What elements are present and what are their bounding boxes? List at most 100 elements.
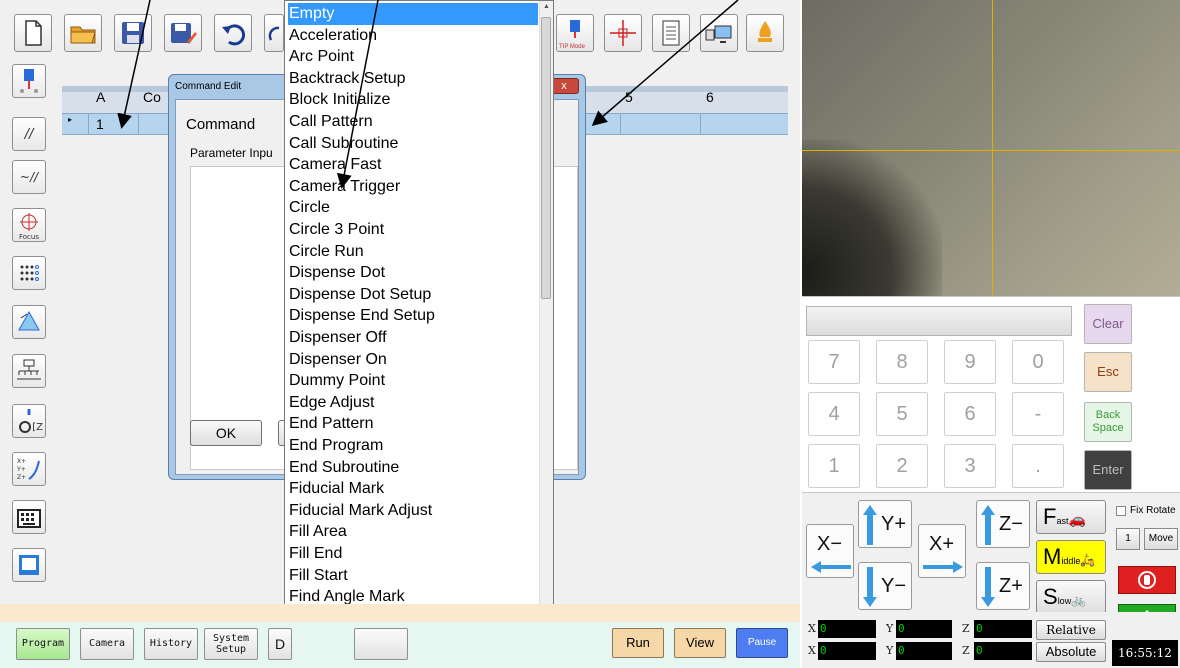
emergency-stop-button[interactable] [1118,566,1176,594]
sidebar-z-setup-button[interactable]: [Z [12,404,46,438]
key-8[interactable]: 8 [876,340,928,384]
dropdown-item[interactable]: Dispenser Off [288,327,538,349]
sidebar-block-button[interactable] [12,354,46,388]
dropdown-item[interactable]: Dispense Dot [288,262,538,284]
backspace-button[interactable]: Back Space [1084,402,1132,442]
dropdown-item[interactable]: Dispenser On [288,349,538,371]
dropdown-item[interactable]: Circle [288,197,538,219]
floppy-icon [122,22,144,44]
tab-d[interactable]: D [268,628,292,660]
key-1[interactable]: 1 [808,444,860,488]
dropdown-item[interactable]: Fill End [288,543,538,565]
svg-text:X+: X+ [17,458,26,465]
dropdown-item[interactable]: Fiducial Mark Adjust [288,500,538,522]
list-button[interactable] [652,14,690,52]
key-6[interactable]: 6 [944,392,996,436]
sidebar-keyboard-button[interactable] [12,500,46,534]
dropdown-item[interactable]: Call Pattern [288,111,538,133]
scroll-up-icon[interactable]: ▲ [543,3,550,10]
key-2[interactable]: 2 [876,444,928,488]
new-file-icon [25,20,42,46]
pause-button[interactable]: Pause [736,628,788,658]
key-5[interactable]: 5 [876,392,928,436]
key-dot[interactable]: . [1012,444,1064,488]
speed-slow-button[interactable]: Slow🚲 [1036,580,1106,614]
ok-button[interactable]: OK [190,420,262,446]
jog-x-minus-button[interactable]: X− [806,524,854,578]
dropdown-item[interactable]: Circle 3 Point [288,219,538,241]
key-7[interactable]: 7 [808,340,860,384]
redo-button[interactable] [264,14,284,52]
tab-camera[interactable]: Camera [80,628,134,660]
speed-fast-button[interactable]: Fast🚗 [1036,500,1106,534]
sidebar-focus-button[interactable]: Focus [12,208,46,242]
undo-button[interactable] [214,14,252,52]
jog-y-minus-button[interactable]: Y− [858,562,912,610]
sidebar-dispense-tool-button[interactable] [12,64,46,98]
tab-hidden[interactable] [354,628,408,660]
jog-z-plus-button[interactable]: Z+ [976,562,1030,610]
save-as-button[interactable] [164,14,202,52]
view-button[interactable]: View [674,628,726,658]
z-minus-label: Z− [999,513,1023,535]
sidebar-arc-button[interactable]: ~// [12,160,46,194]
heater-button[interactable] [746,14,784,52]
open-file-button[interactable] [64,14,102,52]
tab-system-setup[interactable]: System Setup [204,628,258,660]
dropdown-item[interactable]: Dispense End Setup [288,305,538,327]
sidebar-manual-button[interactable] [12,548,46,582]
new-file-button[interactable] [14,14,52,52]
key-3[interactable]: 3 [944,444,996,488]
dropdown-item[interactable]: End Pattern [288,413,538,435]
dropdown-item[interactable]: Empty [288,3,538,25]
dropdown-item[interactable]: Camera Trigger [288,176,538,198]
esc-button[interactable]: Esc [1084,352,1132,392]
dropdown-scrollbar[interactable]: ▲ ▼ [539,1,553,663]
dropdown-item[interactable]: End Subroutine [288,457,538,479]
step-value-field[interactable]: 1 [1116,528,1140,550]
key-9[interactable]: 9 [944,340,996,384]
grid-column-5: 5 [625,89,633,105]
clear-button[interactable]: Clear [1084,304,1132,344]
key-minus[interactable]: - [1012,392,1064,436]
tab-program[interactable]: Program [16,628,70,660]
tab-history[interactable]: History [144,628,198,660]
jog-z-minus-button[interactable]: Z− [976,500,1030,548]
dropdown-item[interactable]: Backtrack Setup [288,68,538,90]
command-dropdown-list[interactable]: ▲ ▼ EmptyAccelerationArc PointBacktrack … [284,0,554,664]
tip-mode-button[interactable]: TIP Mode [556,14,594,52]
absolute-button[interactable]: Absolute [1036,642,1106,662]
scrollbar-thumb[interactable] [541,17,551,299]
run-button[interactable]: Run [612,628,664,658]
dropdown-item[interactable]: Fill Start [288,565,538,587]
dropdown-item[interactable]: Dummy Point [288,370,538,392]
sidebar-line-button[interactable]: // [12,117,46,151]
dropdown-item[interactable]: Fiducial Mark [288,478,538,500]
sidebar-xyz-button[interactable]: X+ Y+ Z+ [12,452,46,486]
enter-button[interactable]: Enter [1084,450,1132,490]
key-0[interactable]: 0 [1012,340,1064,384]
dropdown-item[interactable]: Acceleration [288,25,538,47]
move-button[interactable]: Move [1144,528,1178,550]
camera-view[interactable] [802,0,1180,296]
dropdown-item[interactable]: Fill Area [288,521,538,543]
dropdown-item[interactable]: Block Initialize [288,89,538,111]
dropdown-item[interactable]: Edge Adjust [288,392,538,414]
dropdown-item[interactable]: Call Subroutine [288,133,538,155]
relative-button[interactable]: Relative [1036,620,1106,640]
sidebar-rotate-button[interactable] [12,305,46,339]
dropdown-item[interactable]: Camera Fast [288,154,538,176]
save-button[interactable] [114,14,152,52]
dropdown-item[interactable]: End Program [288,435,538,457]
speed-middle-button[interactable]: Middle🛵 [1036,540,1106,574]
jog-x-plus-button[interactable]: X+ [918,524,966,578]
dropdown-item[interactable]: Arc Point [288,46,538,68]
dropdown-item[interactable]: Circle Run [288,241,538,263]
sidebar-dot-array-button[interactable] [12,256,46,290]
crosshair-button[interactable] [604,14,642,52]
transfer-button[interactable] [700,14,738,52]
fix-rotate-checkbox[interactable] [1116,506,1126,516]
dropdown-item[interactable]: Dispense Dot Setup [288,284,538,306]
key-4[interactable]: 4 [808,392,860,436]
jog-y-plus-button[interactable]: Y+ [858,500,912,548]
